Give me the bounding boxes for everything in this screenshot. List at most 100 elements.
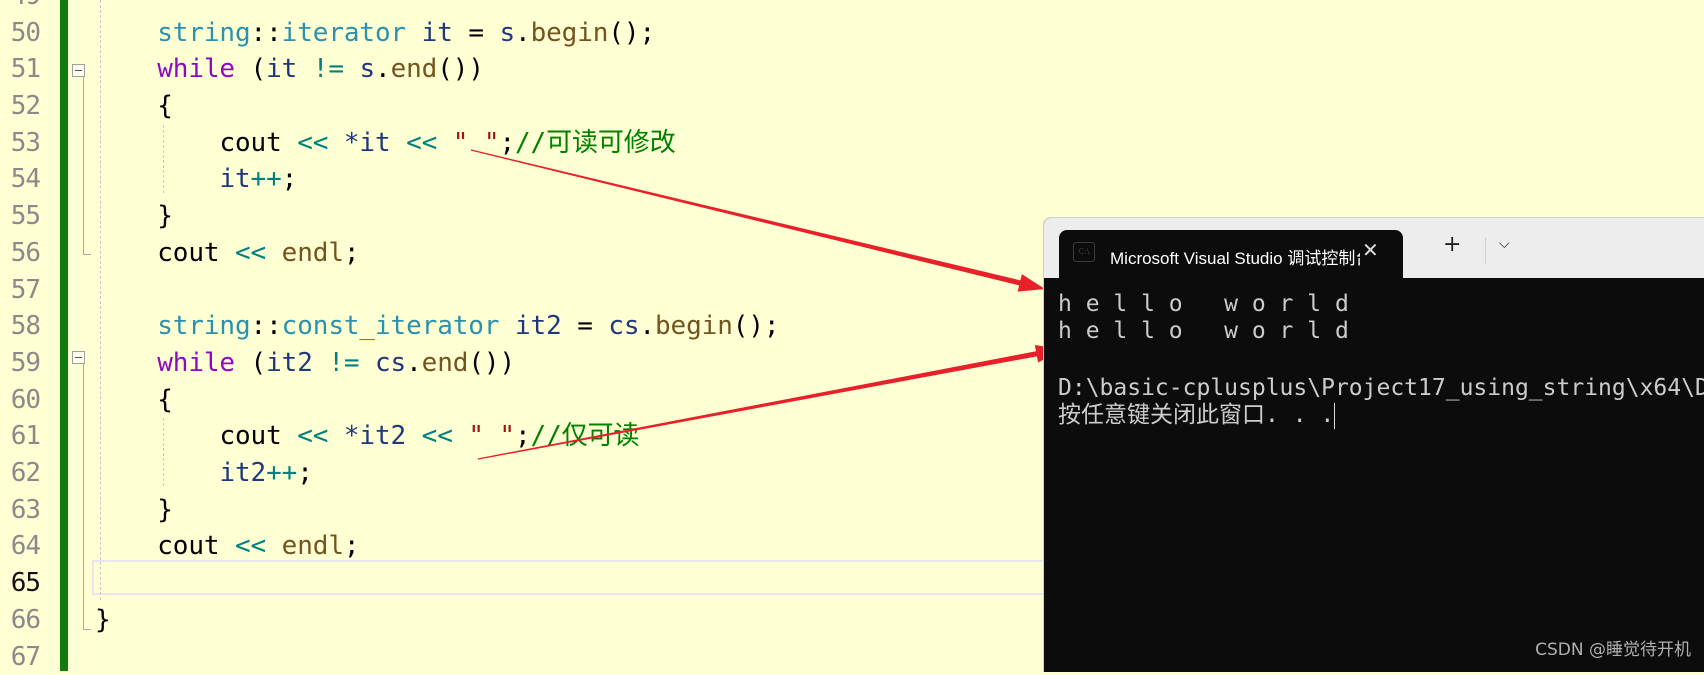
code-line[interactable]: while (it2 != cs.end())	[95, 345, 515, 382]
code-token: " "	[468, 421, 515, 452]
code-token: <<	[219, 237, 282, 268]
code-line[interactable]: cout << endl;	[95, 235, 359, 272]
console-prompt: 按任意键关闭此窗口. . .	[1058, 402, 1336, 429]
line-number: 67	[10, 641, 41, 672]
code-line[interactable]: string::iterator it = s.begin();	[95, 15, 655, 52]
code-token: }	[95, 604, 111, 635]
code-line[interactable]: it++;	[95, 161, 297, 198]
line-number: 53	[10, 127, 41, 158]
tab-debug-console[interactable]: C:\ Microsoft Visual Studio 调试控制台 ✕	[1059, 230, 1403, 278]
code-token: ;	[514, 421, 531, 452]
code-token: <<	[281, 127, 344, 158]
code-token: *it2	[343, 421, 407, 452]
code-token: ())	[468, 347, 516, 378]
code-token: it2	[266, 347, 313, 378]
code-token: while	[157, 347, 235, 378]
line-number: 52	[10, 91, 41, 122]
code-token: it	[266, 54, 298, 85]
close-icon[interactable]: ✕	[1362, 238, 1379, 262]
line-number: 66	[10, 604, 41, 635]
fold-line	[83, 76, 84, 255]
code-token: begin	[654, 311, 733, 342]
tab-title: Microsoft Visual Studio 调试控制台	[1110, 249, 1360, 268]
code-token: ::	[250, 311, 282, 342]
console-line: h e l l o w o r l d	[1058, 318, 1349, 344]
code-token: ();	[608, 17, 656, 48]
code-line[interactable]: string::const_iterator it2 = cs.begin();	[95, 308, 779, 345]
code-line[interactable]: cout << *it << " ";//可读可修改	[95, 125, 676, 162]
code-token: iterator	[281, 17, 407, 48]
watermark: CSDN @睡觉待开机	[1535, 640, 1691, 660]
line-number: 55	[10, 201, 41, 232]
line-number: 58	[10, 311, 41, 342]
line-number: 61	[10, 421, 41, 452]
line-number: 59	[10, 347, 41, 378]
code-token: .	[639, 311, 655, 342]
divider	[1485, 238, 1486, 264]
code-line[interactable]: }	[95, 602, 111, 639]
indent-guide	[100, 0, 101, 600]
code-token: " "	[452, 127, 500, 158]
code-token: {	[95, 91, 173, 122]
line-number: 64	[10, 531, 41, 562]
code-token: ;	[499, 127, 515, 158]
new-tab-button[interactable]: +	[1443, 234, 1461, 256]
code-token: cout	[157, 531, 220, 562]
code-token: endl	[281, 531, 344, 562]
fold-end	[83, 629, 91, 630]
code-token: ++	[250, 164, 282, 195]
code-token: }	[95, 201, 173, 232]
line-number: 65	[10, 568, 41, 599]
indent-guide	[163, 125, 164, 193]
code-line[interactable]: {	[95, 88, 173, 125]
code-token: //仅可读	[530, 421, 640, 452]
code-token: cs	[375, 347, 407, 378]
code-line[interactable]: {	[95, 382, 173, 419]
code-token: ;	[343, 237, 360, 268]
code-token: !=	[312, 347, 375, 378]
code-line[interactable]: while (it != s.end())	[95, 51, 484, 88]
code-token: const_iterator	[281, 311, 500, 342]
code-line[interactable]: it2++;	[95, 455, 313, 492]
code-token: it2	[514, 311, 562, 342]
code-token: <<	[406, 421, 469, 452]
code-token: //可读可修改	[515, 127, 676, 158]
code-token: it	[219, 164, 251, 195]
code-line[interactable]: cout << *it2 << " ";//仅可读	[95, 418, 639, 455]
code-token: cout	[219, 127, 282, 158]
debug-console-window[interactable]: C:\ Microsoft Visual Studio 调试控制台 ✕ + ⌵ …	[1043, 217, 1704, 672]
code-token: endl	[281, 237, 344, 268]
line-number: 62	[10, 458, 41, 489]
code-token: .	[515, 17, 531, 48]
console-line: h e l l o w o r l d	[1058, 291, 1349, 317]
text-cursor	[1334, 402, 1336, 429]
line-number: 54	[10, 164, 41, 195]
console-line: D:\basic-cplusplus\Project17_using_strin…	[1058, 375, 1704, 401]
code-token: cout	[219, 421, 282, 452]
code-line[interactable]: }	[95, 198, 173, 235]
fold-end	[83, 254, 91, 255]
code-token: <<	[281, 421, 344, 452]
fold-line	[83, 363, 84, 629]
change-tracking-bar	[60, 0, 68, 671]
code-token: .	[375, 54, 391, 85]
code-token: (	[235, 54, 267, 85]
console-line: 按任意键关闭此窗口. . .	[1058, 402, 1335, 428]
code-line[interactable]: }	[95, 492, 173, 529]
code-token: =	[561, 311, 609, 342]
code-token: ;	[297, 458, 313, 489]
code-token: cs	[608, 311, 640, 342]
chevron-down-icon[interactable]: ⌵	[1499, 236, 1510, 252]
code-token: cout	[157, 237, 220, 268]
code-token: !=	[297, 54, 360, 85]
